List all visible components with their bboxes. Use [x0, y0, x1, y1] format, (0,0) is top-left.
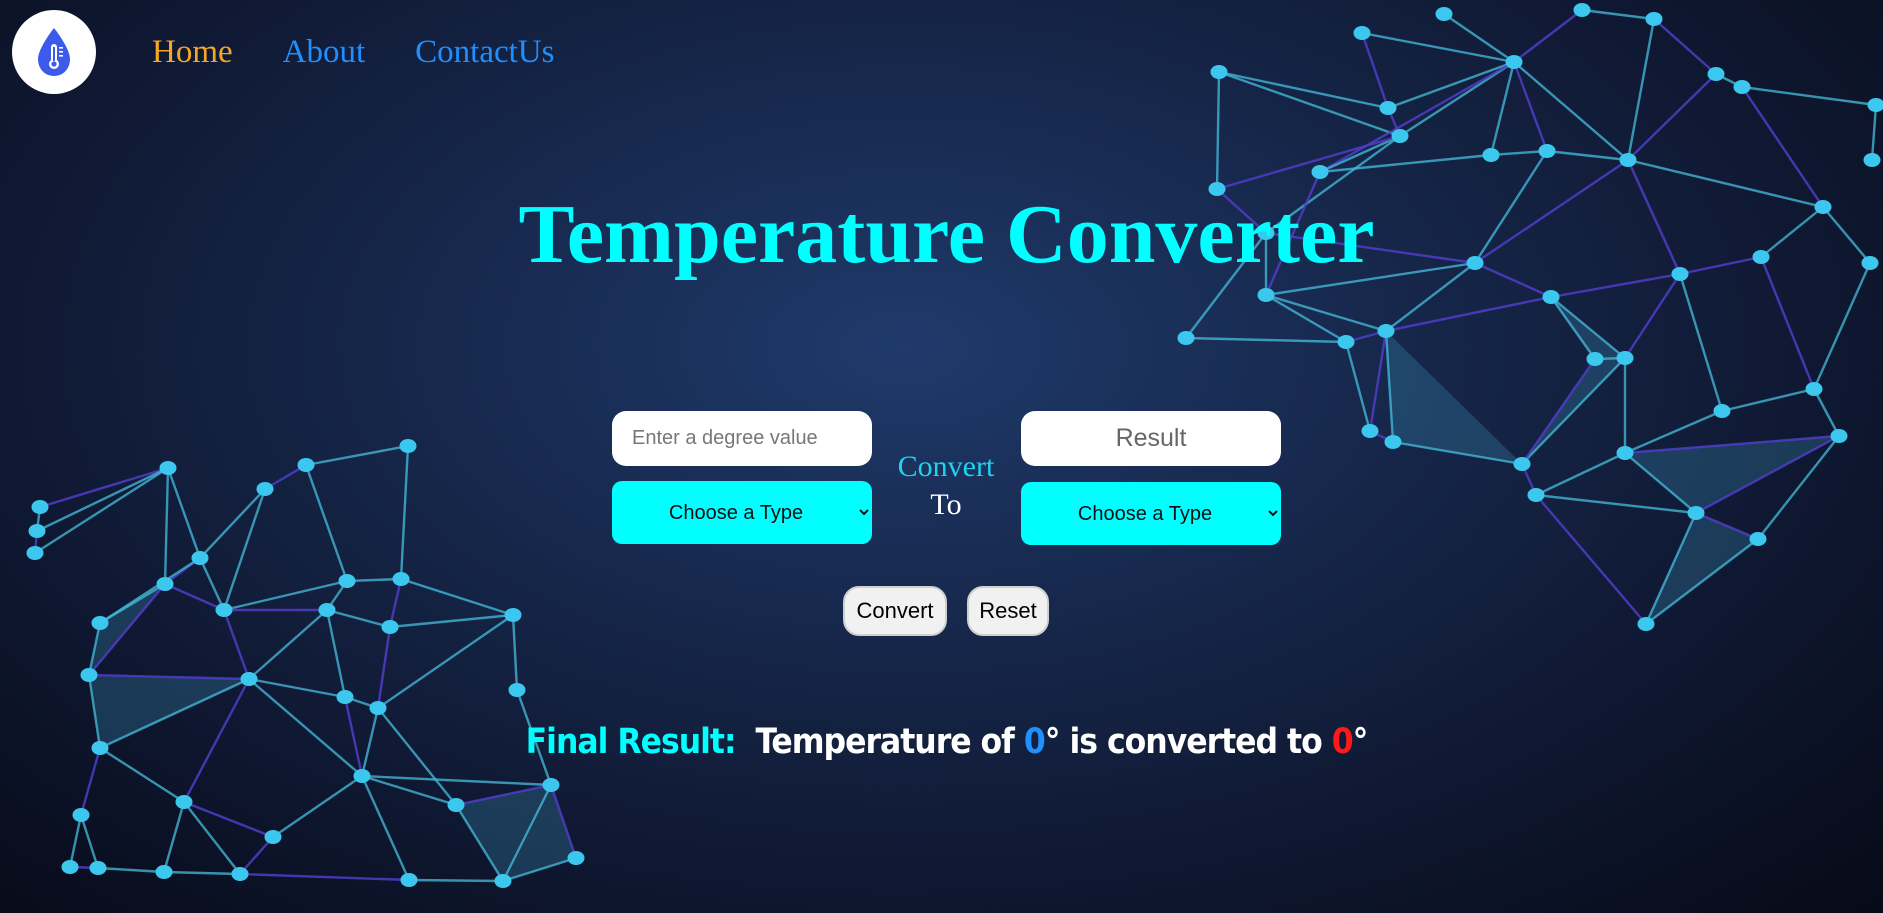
final-input-value: 0	[1023, 722, 1046, 762]
to-label: To	[930, 488, 962, 521]
final-result: Final Result: Temperature of 0° is conve…	[0, 722, 1883, 762]
from-type-select[interactable]: Choose a Type	[612, 481, 872, 544]
result-field[interactable]	[1021, 411, 1281, 466]
nav-contactus[interactable]: ContactUs	[415, 34, 554, 71]
nav-about[interactable]: About	[283, 34, 366, 71]
final-result-label: Final Result:	[525, 722, 737, 762]
top-nav: Home About ContactUs	[12, 10, 554, 94]
thermometer-drop-icon	[38, 28, 70, 76]
network-left	[26, 439, 585, 888]
degree-symbol: °	[1352, 722, 1369, 762]
degree-input[interactable]	[612, 411, 872, 466]
final-result-middle: is converted to	[1069, 722, 1322, 762]
convert-label: Convert	[897, 450, 995, 483]
to-type-select[interactable]: Choose a Type	[1021, 482, 1281, 545]
convert-to-label: Convert To	[880, 448, 1012, 524]
logo[interactable]	[12, 10, 96, 94]
page-title: Temperature Converter	[518, 188, 1375, 281]
degree-symbol: °	[1044, 722, 1061, 762]
nav-home[interactable]: Home	[152, 34, 233, 71]
network-right	[1177, 3, 1883, 631]
convert-button[interactable]: Convert	[843, 586, 947, 636]
final-output-value: 0	[1331, 722, 1354, 762]
final-result-prefix: Temperature of	[755, 722, 1015, 762]
reset-button[interactable]: Reset	[967, 586, 1049, 636]
